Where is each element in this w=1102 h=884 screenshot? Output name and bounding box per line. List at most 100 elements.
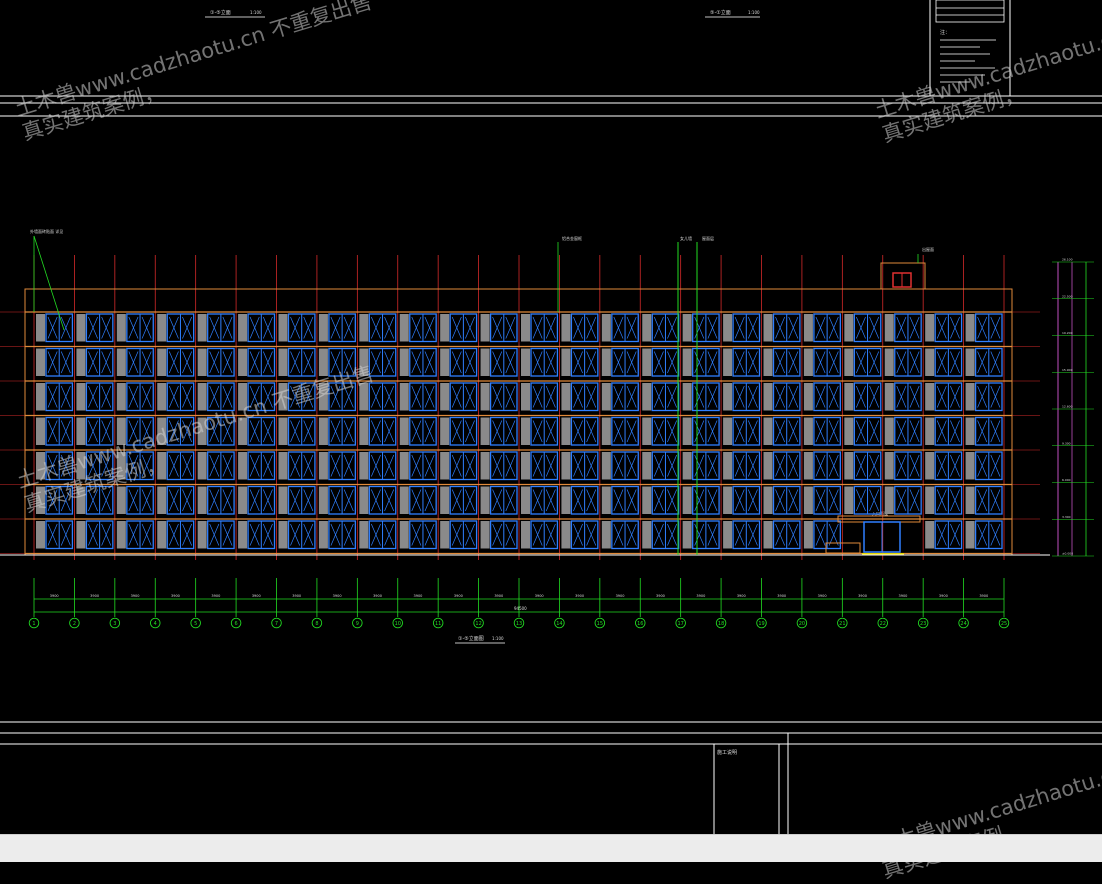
pier — [157, 383, 167, 411]
pier — [440, 383, 450, 411]
axis-label: 22 — [880, 621, 886, 627]
pier — [359, 383, 369, 411]
pier — [36, 314, 45, 342]
pier — [803, 452, 813, 480]
pier — [844, 383, 854, 411]
title-top-right: ⑤-①立面 — [710, 9, 731, 16]
dimension-text: 3900 — [575, 594, 584, 598]
axis-label: 21 — [839, 621, 845, 627]
pier — [844, 314, 854, 342]
pier — [884, 314, 894, 342]
pier — [561, 383, 571, 411]
level-mark: 9.300 — [1062, 441, 1071, 445]
dimension-text: 3900 — [616, 594, 625, 598]
stair-tower — [880, 262, 926, 290]
pier — [521, 521, 530, 549]
pier — [197, 417, 207, 445]
pier — [318, 521, 328, 549]
pier — [682, 417, 692, 445]
pier — [278, 314, 288, 342]
pier — [116, 521, 126, 549]
dimension-text: 3900 — [939, 594, 948, 598]
pier — [601, 521, 611, 549]
pier — [521, 452, 530, 480]
annotation-top-left: 外墙面砖贴面 详见 — [30, 228, 63, 234]
pier — [601, 417, 611, 445]
pier — [116, 452, 126, 480]
pier — [925, 521, 935, 549]
pier — [278, 452, 288, 480]
axis-label: 15 — [597, 621, 603, 627]
annotation-right-2: 屋面层 — [702, 235, 714, 241]
pier — [157, 314, 167, 342]
pier — [157, 348, 167, 376]
axis-label: 6 — [234, 621, 237, 627]
pier — [642, 314, 652, 342]
pier — [76, 417, 86, 445]
pier — [76, 521, 86, 549]
pier — [601, 314, 611, 342]
pier — [844, 348, 854, 376]
pier — [359, 348, 369, 376]
pier — [440, 314, 450, 342]
pier — [965, 348, 975, 376]
pier — [480, 383, 490, 411]
axis-label: 10 — [395, 621, 401, 627]
pier — [763, 383, 773, 411]
dimension-text: 3900 — [50, 594, 59, 598]
dimension-text: 3900 — [131, 594, 140, 598]
dimension-text: 3900 — [979, 594, 988, 598]
pier — [440, 417, 450, 445]
pier — [480, 314, 490, 342]
pier — [76, 348, 86, 376]
pier — [36, 452, 45, 480]
pier — [925, 314, 935, 342]
dimension-text: 3900 — [211, 594, 220, 598]
pier — [36, 383, 45, 411]
pier — [480, 452, 490, 480]
dimension-text: 3900 — [656, 594, 665, 598]
pier — [925, 486, 935, 514]
axis-label: 9 — [356, 621, 359, 627]
pier — [965, 417, 975, 445]
axis-label: 1 — [32, 621, 35, 627]
axis-label: 23 — [920, 621, 926, 627]
pier — [399, 348, 409, 376]
pier — [601, 452, 611, 480]
pier — [723, 452, 733, 480]
pier — [278, 348, 288, 376]
pier — [723, 314, 733, 342]
pier — [561, 417, 571, 445]
pier — [844, 417, 854, 445]
pier — [197, 383, 207, 411]
dimension-text: 3900 — [90, 594, 99, 598]
pier — [76, 383, 86, 411]
pier — [238, 486, 248, 514]
pier — [803, 383, 813, 411]
pier — [763, 486, 773, 514]
pier — [318, 486, 328, 514]
level-mark: 6.000 — [1062, 478, 1071, 482]
pier — [318, 348, 328, 376]
pier — [318, 417, 328, 445]
pier — [197, 452, 207, 480]
pier — [480, 486, 490, 514]
pier — [36, 348, 45, 376]
pier — [157, 417, 167, 445]
pier — [642, 383, 652, 411]
level-mark: 15.900 — [1062, 368, 1073, 372]
pier — [76, 486, 86, 514]
axis-label: 3 — [113, 621, 116, 627]
pier — [359, 314, 369, 342]
pier — [803, 314, 813, 342]
pier — [965, 383, 975, 411]
pier — [359, 521, 369, 549]
pier — [561, 452, 571, 480]
cad-drawing-canvas[interactable]: ①-⑤立面 1:100 ⑤-①立面 1:100 ①-⑤立面图 1:100 注： … — [0, 0, 1102, 861]
pier — [116, 383, 126, 411]
pier — [642, 417, 652, 445]
dimension-text: 3900 — [373, 594, 382, 598]
pier — [803, 521, 813, 549]
pier — [601, 348, 611, 376]
axis-label: 20 — [799, 621, 805, 627]
